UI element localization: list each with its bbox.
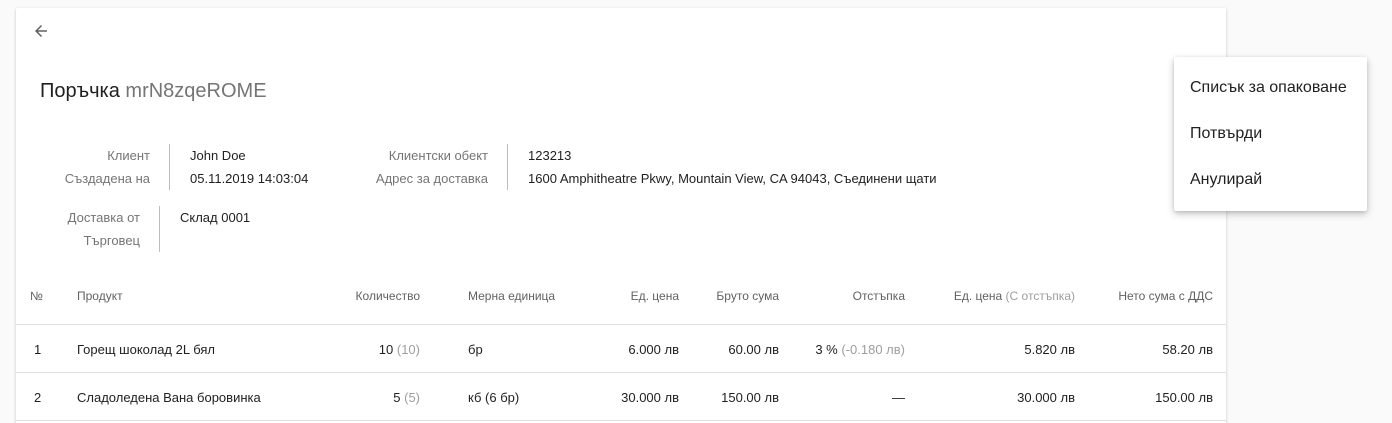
menu-item-cancel[interactable]: Анулирай <box>1174 157 1367 203</box>
row-2-no: 2 <box>34 390 42 405</box>
row-1-discount: 3 % (-0.180 лв) <box>785 342 905 357</box>
row-1-qty-value: 10 <box>378 342 394 357</box>
delivery-value: Склад 0001 <box>180 210 251 225</box>
row-2-gross: 150.00 лв <box>721 390 779 405</box>
row-2-qty-value: 5 <box>393 390 401 405</box>
title-prefix: Поръчка <box>40 80 120 102</box>
col-header-net: Нето сума с ДДС <box>1118 289 1213 303</box>
row-1-unit-price: 6.000 лв <box>628 342 679 357</box>
col-header-unit-price-discounted: Ед. цена (С отстъпка) <box>905 289 1075 303</box>
row-2-unit-price-discounted: 30.000 лв <box>1017 390 1075 405</box>
row-1-discount-note: (-0.180 лв) <box>841 342 905 357</box>
back-button[interactable] <box>28 18 54 44</box>
table-row-divider <box>16 420 1226 421</box>
row-1-discount-value: 3 % <box>815 342 838 357</box>
menu-item-packing-list[interactable]: Списък за опаковане <box>1174 65 1367 111</box>
row-1-quantity: 10 (10) <box>320 342 420 357</box>
page-title: Поръчка mrN8zqeROME <box>40 80 267 103</box>
order-id: mrN8zqeROME <box>125 80 267 102</box>
row-1-unit: бр <box>468 342 483 357</box>
row-1-qty-note: (10) <box>396 342 420 357</box>
row-2-qty-note: (5) <box>404 390 420 405</box>
col-header-no: № <box>30 289 43 303</box>
col-header-gross: Бруто сума <box>716 289 779 303</box>
arrow-left-icon <box>35 25 47 37</box>
table-header-divider <box>16 324 1226 325</box>
col-header-discount: Отстъпка <box>852 289 905 303</box>
col-header-quantity: Количество <box>355 289 420 303</box>
row-1-no: 1 <box>34 342 42 357</box>
col-header-unit-price: Ед. цена <box>630 289 679 303</box>
merchant-label: Търговец <box>83 233 140 248</box>
delivery-label: Доставка от <box>67 210 140 225</box>
row-2-net: 150.00 лв <box>1155 390 1213 405</box>
row-1-gross: 60.00 лв <box>728 342 779 357</box>
client-value: John Doe <box>190 148 246 163</box>
col-header-unit: Мерна единица <box>468 289 556 303</box>
client-label: Клиент <box>107 148 150 163</box>
row-2-unit-price: 30.000 лв <box>621 390 679 405</box>
row-1-product: Горещ шоколад 2L бял <box>77 342 215 357</box>
col-header-unit-price-discounted-label: Ед. цена <box>953 289 1003 303</box>
created-label: Създадена на <box>64 171 150 186</box>
info-divider <box>159 206 160 252</box>
row-2-quantity: 5 (5) <box>320 390 420 405</box>
address-label: Адрес за доставка <box>375 171 488 186</box>
row-2-product: Сладоледена Вана боровинка <box>77 390 261 405</box>
info-divider <box>507 144 508 190</box>
row-1-unit-price-discounted: 5.820 лв <box>1024 342 1075 357</box>
actions-menu: Списък за опаковане Потвърди Анулирай <box>1174 57 1367 211</box>
table-row-divider <box>16 372 1226 373</box>
created-value: 05.11.2019 14:03:04 <box>190 171 309 186</box>
address-value: 1600 Amphitheatre Pkwy, Mountain View, C… <box>528 171 937 186</box>
info-divider <box>169 144 170 190</box>
row-1-net: 58.20 лв <box>1162 342 1213 357</box>
order-card: Поръчка mrN8zqeROME Клиент Създадена на … <box>16 8 1226 423</box>
row-2-unit: кб (6 бр) <box>468 390 520 405</box>
menu-item-confirm[interactable]: Потвърди <box>1174 111 1367 157</box>
site-label: Клиентски обект <box>388 148 488 163</box>
site-value: 123213 <box>528 148 572 163</box>
col-header-product: Продукт <box>77 289 123 303</box>
row-2-discount: — <box>892 390 905 405</box>
